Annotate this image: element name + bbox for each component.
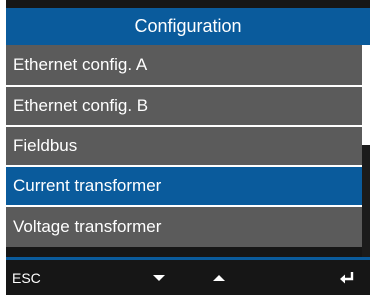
device-screen: Configuration Ethernet config. A Etherne… <box>6 0 370 295</box>
menu-item-ethernet-config-b[interactable]: Ethernet config. B <box>6 87 362 127</box>
title-bar: Configuration <box>6 8 370 45</box>
scrollbar[interactable] <box>362 45 370 257</box>
esc-button[interactable]: ESC <box>12 260 41 295</box>
arrow-up-icon <box>213 274 225 281</box>
config-menu: Ethernet config. A Ethernet config. B Fi… <box>6 45 362 247</box>
up-button[interactable] <box>213 260 225 295</box>
arrow-down-icon <box>153 274 165 281</box>
enter-icon <box>340 271 354 283</box>
down-button[interactable] <box>153 260 165 295</box>
menu-item-label: Voltage transformer <box>13 217 162 236</box>
menu-item-label: Ethernet config. A <box>13 55 148 74</box>
menu-item-label: Ethernet config. B <box>13 96 149 115</box>
menu-item-label: Current transformer <box>13 176 162 195</box>
menu-item-label: Fieldbus <box>13 136 78 155</box>
menu-item-fieldbus[interactable]: Fieldbus <box>6 127 362 167</box>
menu-item-current-transformer[interactable]: Current transformer <box>6 167 362 207</box>
menu-item-voltage-transformer[interactable]: Voltage transformer <box>6 207 362 247</box>
page-title: Configuration <box>134 16 242 36</box>
esc-label: ESC <box>12 269 41 286</box>
softkey-bar: ESC <box>6 260 370 295</box>
menu-item-ethernet-config-a[interactable]: Ethernet config. A <box>6 45 362 87</box>
scrollbar-track <box>362 145 370 257</box>
enter-button[interactable] <box>340 260 354 295</box>
